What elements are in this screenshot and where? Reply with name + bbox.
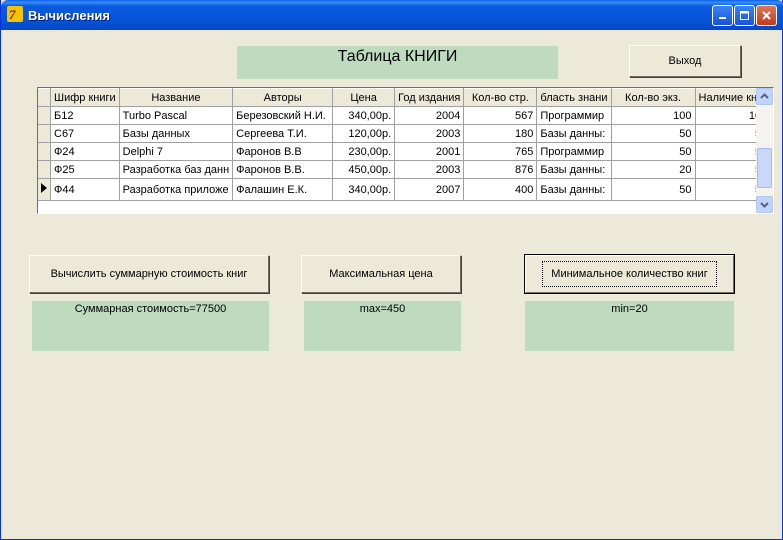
min-count-button[interactable]: Минимальное количество книг [524, 254, 735, 294]
cell-area[interactable]: Базы данны: [536, 178, 612, 201]
cell-price[interactable]: 340,00р. [332, 178, 396, 201]
cell-year[interactable]: 2001 [394, 142, 465, 161]
cell-copies[interactable]: 20 [611, 160, 696, 179]
grid-header-row: Шифр книги Название Авторы Цена Год изда… [38, 88, 772, 107]
scroll-up-button[interactable] [756, 88, 773, 105]
calc-sum-button[interactable]: Вычислить суммарную стоимость книг [29, 255, 269, 293]
cell-price[interactable]: 450,00р. [332, 160, 396, 179]
row-indicator[interactable] [38, 142, 51, 161]
column-header[interactable]: Цена [332, 88, 396, 107]
min-result-panel: min=20 [525, 301, 734, 351]
current-row-arrow-icon [41, 183, 47, 193]
cell-code[interactable]: Ф25 [50, 160, 120, 179]
table-row[interactable]: Ф25 Разработка баз данн Фаронов В.В. 450… [38, 160, 772, 179]
cell-pages[interactable]: 876 [463, 160, 538, 179]
column-header[interactable]: Год издания [394, 88, 465, 107]
exit-button-label: Выход [668, 55, 702, 67]
cell-area[interactable]: Программир [536, 106, 612, 125]
table-row[interactable]: Ф24 Delphi 7 Фаронов В.В 230,00р. 2001 7… [38, 142, 772, 161]
cell-price[interactable]: 340,00р. [332, 106, 396, 125]
grid-vertical-scrollbar[interactable] [756, 88, 773, 213]
max-price-button[interactable]: Максимальная цена [301, 255, 461, 293]
max-price-button-label: Максимальная цена [329, 268, 433, 280]
app-window: 7 Вычисления Таблица КНИГИ Выход Шифр кн… [0, 0, 783, 540]
maximize-icon [740, 11, 749, 20]
row-indicator[interactable] [38, 160, 51, 179]
cell-area[interactable]: Базы данны: [536, 124, 612, 143]
cell-title[interactable]: Разработка приложе [119, 178, 234, 201]
window-title: Вычисления [28, 8, 111, 23]
table-heading-panel: Таблица КНИГИ [237, 46, 558, 79]
cell-title[interactable]: Turbo Pascal [119, 106, 234, 125]
max-result-text: max=450 [359, 303, 406, 315]
cell-pages[interactable]: 567 [463, 106, 538, 125]
table-row[interactable]: Б12 Turbo Pascal Березовский Н.И. 340,00… [38, 106, 772, 125]
books-grid[interactable]: Шифр книги Название Авторы Цена Год изда… [37, 87, 774, 214]
cell-area[interactable]: Базы данны: [536, 160, 612, 179]
chevron-up-icon [760, 93, 769, 99]
minimize-icon [719, 17, 726, 19]
column-header[interactable]: Авторы [232, 88, 334, 107]
cell-title[interactable]: Delphi 7 [119, 142, 234, 161]
cell-pages[interactable]: 180 [463, 124, 538, 143]
cell-year[interactable]: 2007 [394, 178, 465, 201]
cell-pages[interactable]: 765 [463, 142, 538, 161]
cell-code[interactable]: Б12 [50, 106, 120, 125]
scroll-thumb[interactable] [757, 148, 772, 188]
cell-year[interactable]: 2003 [394, 160, 465, 179]
close-button[interactable] [756, 5, 777, 26]
header-indicator-cell [38, 88, 51, 107]
cell-title[interactable]: Базы данных [119, 124, 234, 143]
row-indicator[interactable] [38, 106, 51, 125]
cell-area[interactable]: Программир [536, 142, 612, 161]
cell-copies[interactable]: 50 [611, 142, 696, 161]
sum-result-panel: Суммарная стоимость=77500 [32, 301, 269, 351]
column-header[interactable]: Название [119, 88, 234, 107]
books-table: Шифр книги Название Авторы Цена Год изда… [38, 88, 772, 201]
cell-authors[interactable]: Фаронов В.В. [232, 160, 334, 179]
column-header[interactable]: Шифр книги [50, 88, 120, 107]
table-row[interactable]: Ф44 Разработка приложе Фалашин Е.К. 340,… [38, 178, 772, 201]
title-bar[interactable]: 7 Вычисления [1, 0, 783, 30]
exit-button[interactable]: Выход [629, 45, 741, 77]
max-result-panel: max=450 [304, 301, 461, 351]
calc-sum-button-label: Вычислить суммарную стоимость книг [50, 268, 248, 280]
cell-authors[interactable]: Сергеева Т.И. [232, 124, 334, 143]
column-header[interactable]: Кол-во стр. [463, 88, 538, 107]
cell-year[interactable]: 2004 [394, 106, 465, 125]
delphi-app-icon[interactable]: 7 [6, 5, 24, 23]
sum-result-text: Суммарная стоимость=77500 [74, 303, 227, 315]
table-heading: Таблица КНИГИ [337, 48, 458, 65]
cell-price[interactable]: 230,00р. [332, 142, 396, 161]
cell-title[interactable]: Разработка баз данн [119, 160, 234, 179]
cell-copies[interactable]: 50 [611, 178, 696, 201]
cell-code[interactable]: Ф44 [50, 178, 120, 201]
column-header[interactable]: бласть знани [536, 88, 612, 107]
cell-authors[interactable]: Фалашин Е.К. [232, 178, 334, 201]
row-indicator[interactable] [38, 124, 51, 143]
cell-code[interactable]: Ф24 [50, 142, 120, 161]
cell-authors[interactable]: Фаронов В.В [232, 142, 334, 161]
min-count-button-label: Минимальное количество книг [542, 261, 717, 287]
cell-authors[interactable]: Березовский Н.И. [232, 106, 334, 125]
cell-copies[interactable]: 100 [611, 106, 696, 125]
close-icon [762, 11, 771, 20]
minimize-button[interactable] [712, 5, 733, 26]
chevron-down-icon [760, 202, 769, 208]
scroll-down-button[interactable] [756, 196, 773, 213]
cell-pages[interactable]: 400 [463, 178, 538, 201]
table-row[interactable]: С67 Базы данных Сергеева Т.И. 120,00р. 2… [38, 124, 772, 143]
svg-text:7: 7 [9, 7, 16, 22]
cell-code[interactable]: С67 [50, 124, 120, 143]
cell-price[interactable]: 120,00р. [332, 124, 396, 143]
current-row-indicator[interactable] [38, 178, 51, 201]
cell-year[interactable]: 2003 [394, 124, 465, 143]
min-result-text: min=20 [611, 303, 648, 315]
maximize-button[interactable] [734, 5, 755, 26]
column-header[interactable]: Кол-во экз. [611, 88, 696, 107]
cell-copies[interactable]: 50 [611, 124, 696, 143]
